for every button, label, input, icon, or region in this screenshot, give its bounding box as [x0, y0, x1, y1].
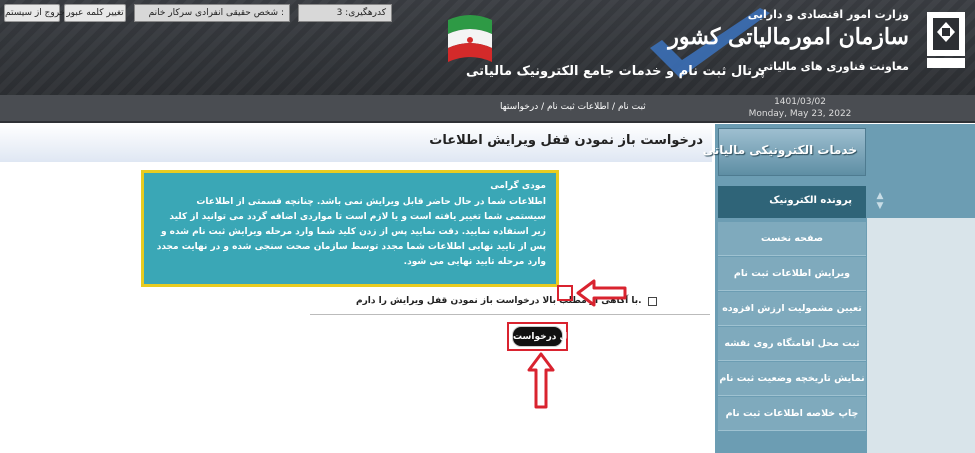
- tax-organization-logo-icon: [927, 12, 965, 68]
- sidebar-right-strip: [867, 218, 975, 453]
- organization-title: سازمان امورمالیاتی کشور: [668, 24, 909, 50]
- date-display: 1401/03/02 Monday, May 23, 2022: [740, 96, 860, 120]
- sidebar-banner-label: خدمات الکترونیکی مالیاتی: [702, 143, 857, 157]
- sidebar-item-map-location[interactable]: ثبت محل اقامتگاه روی نقشه: [718, 327, 866, 361]
- sidebar-banner: خدمات الکترونیکی مالیاتی: [703, 128, 866, 176]
- portal-title: پرتال ثبت نام و خدمات جامع الکترونیک مال…: [466, 64, 765, 79]
- collapse-toggle-icon[interactable]: ▲ ▼: [869, 186, 891, 218]
- notice-body: اطلاعات شما در حال حاضر قابل ویرایش نمی …: [156, 197, 546, 267]
- sidebar-item-home[interactable]: صفحه نخست: [718, 222, 866, 256]
- submit-request-button[interactable]: ارسال درخواست: [512, 326, 588, 347]
- date-gregorian: Monday, May 23, 2022: [748, 109, 852, 119]
- ministry-name: وزارت امور اقتصادی و دارایی: [747, 8, 909, 21]
- date-jalali: 1401/03/02: [774, 97, 826, 107]
- page-title: درخواست باز نمودن قفل ویرایش اطلاعات: [429, 133, 703, 148]
- notice-box: مودی گرامی اطلاعات شما در حال حاضر قابل …: [141, 170, 559, 287]
- agree-checkbox[interactable]: [647, 296, 657, 306]
- tracking-code-field: کدرهگیری: 3: [298, 4, 392, 22]
- logout-button[interactable]: خروج از سیستم: [4, 4, 65, 22]
- arrow-up-icon: [527, 352, 555, 409]
- divider: [310, 314, 710, 315]
- user-name-field: شخص حقیقی انفرادی سرکار خانم :: [134, 4, 290, 22]
- notice-greeting: مودی گرامی: [490, 181, 546, 191]
- breadcrumb[interactable]: ثبت نام / اطلاعات ثبت نام / درخواستها: [500, 102, 646, 112]
- sidebar-section-header[interactable]: پرونده الکترونیک: [718, 186, 866, 218]
- sidebar-item-print-summary[interactable]: چاپ خلاصه اطلاعات ثبت نام: [718, 397, 866, 431]
- arrow-left-icon: [576, 279, 627, 307]
- sidebar-item-vat-eligibility[interactable]: تعیین مشمولیت ارزش افزوده: [718, 292, 866, 326]
- change-password-button[interactable]: تغییر کلمه عبور: [64, 4, 126, 22]
- checkbox-highlight-box: [557, 285, 573, 301]
- sidebar-item-edit-registration[interactable]: ویرایش اطلاعات ثبت نام: [718, 257, 866, 291]
- sidebar-item-registration-history[interactable]: نمایش تاریخچه وضعیت ثبت نام: [718, 362, 866, 396]
- organization-subtitle: معاونت فناوری های مالیاتی: [757, 60, 909, 73]
